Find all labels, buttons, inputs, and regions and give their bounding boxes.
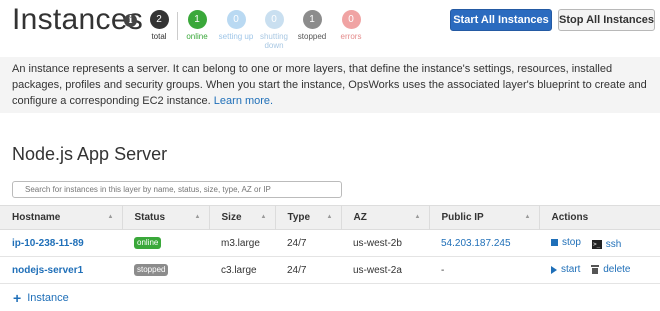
start-all-instances-button[interactable]: Start All Instances: [450, 9, 552, 31]
stop-all-instances-button[interactable]: Stop All Instances: [558, 9, 655, 31]
column-header-az[interactable]: AZ ▲: [341, 205, 430, 230]
stat-errors[interactable]: 0 errors: [331, 10, 371, 41]
status-badge: stopped: [134, 264, 169, 276]
size-cell: c3.large: [221, 264, 257, 276]
stat-errors-label: errors: [340, 32, 362, 41]
table-header-row: Hostname ▲ Status ▲ Size ▲ Type ▲ AZ ▲ Public…: [0, 205, 660, 230]
stop-action[interactable]: stop: [551, 237, 581, 248]
sort-icon: ▲: [107, 214, 114, 220]
terminal-icon: >_: [591, 239, 602, 249]
description-panel: An instance represents a server. It can …: [0, 57, 660, 113]
sort-icon: ▲: [260, 214, 267, 220]
column-header-type[interactable]: Type ▲: [275, 205, 342, 230]
type-cell: 24/7: [287, 237, 307, 249]
trash-icon: [591, 264, 600, 274]
delete-action-label: delete: [603, 263, 631, 275]
stat-online-count: 1: [187, 10, 207, 29]
hostname-link[interactable]: ip-10-238-11-89: [12, 238, 84, 249]
sort-icon: ▲: [326, 214, 333, 220]
stat-stopped-label: stopped: [297, 32, 327, 41]
public-ip-link[interactable]: 54.203.187.245: [441, 238, 511, 249]
sort-icon: ▲: [524, 214, 531, 220]
stat-total-count: 2: [149, 10, 169, 29]
stat-online[interactable]: 1 online: [177, 10, 217, 41]
table-row: ip-10-238-11-89 online m3.large 24/7 us-…: [0, 230, 660, 257]
add-instance-label: Instance: [27, 292, 69, 304]
play-icon: [551, 265, 557, 274]
info-icon[interactable]: i: [124, 14, 137, 27]
stat-total-label: total: [151, 32, 167, 41]
stat-shutting-down-label: shutting down: [259, 32, 289, 50]
stat-stopped[interactable]: 1 stopped: [292, 10, 332, 41]
stat-setting-up-label: setting up: [218, 32, 254, 41]
stop-action-label: stop: [562, 236, 581, 248]
table-row: nodejs-server1 stopped c3.large 24/7 us-…: [0, 257, 660, 284]
column-header-actions: Actions: [551, 212, 589, 223]
instances-table: Hostname ▲ Status ▲ Size ▲ Type ▲ AZ ▲ Public…: [0, 205, 660, 284]
plus-icon: +: [13, 289, 22, 306]
stat-errors-count: 0: [341, 10, 361, 29]
az-cell: us-west-2b: [353, 237, 402, 249]
instance-search-input[interactable]: [12, 181, 342, 198]
stat-online-label: online: [186, 32, 208, 41]
learn-more-link[interactable]: Learn more.: [214, 95, 273, 107]
stat-shutting-down-count: 0: [264, 10, 284, 29]
sort-icon: ▲: [414, 214, 421, 220]
stat-setting-up-count: 0: [226, 10, 246, 29]
hostname-link[interactable]: nodejs-server1: [12, 265, 83, 276]
size-cell: m3.large: [221, 237, 260, 249]
column-header-status[interactable]: Status ▲: [122, 205, 210, 230]
add-instance-button[interactable]: + Instance: [13, 289, 69, 306]
column-header-hostname[interactable]: Hostname ▲: [0, 205, 123, 230]
stat-stopped-count: 1: [302, 10, 322, 29]
start-action[interactable]: start: [551, 264, 580, 275]
public-ip-cell: -: [441, 264, 445, 276]
start-action-label: start: [561, 264, 581, 275]
page-header: Instances i 2 total 1 online 0 setting u…: [0, 0, 660, 52]
stat-total: 2 total: [139, 10, 179, 41]
stat-setting-up[interactable]: 0 setting up: [216, 10, 256, 41]
az-cell: us-west-2a: [353, 264, 402, 276]
type-cell: 24/7: [287, 264, 307, 276]
stat-shutting-down[interactable]: 0 shutting down: [254, 10, 294, 50]
layer-title: Node.js App Server: [12, 144, 168, 164]
column-header-size[interactable]: Size ▲: [209, 205, 276, 230]
delete-action[interactable]: delete: [591, 264, 630, 275]
ssh-action-label: ssh: [605, 238, 622, 250]
description-text: An instance represents a server. It can …: [12, 63, 647, 107]
column-header-public-ip[interactable]: Public IP ▲: [429, 205, 540, 230]
stop-icon: [551, 238, 558, 246]
sort-icon: ▲: [194, 214, 201, 220]
ssh-action[interactable]: >_ ssh: [591, 238, 622, 250]
status-badge: online: [134, 237, 162, 249]
